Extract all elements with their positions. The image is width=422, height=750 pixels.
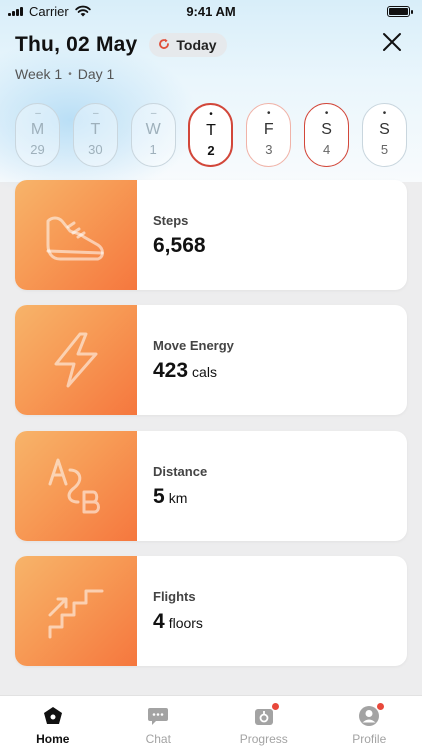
tab-profile[interactable]: Profile — [324, 696, 414, 750]
day-pill-wed[interactable]: – W 1 — [130, 103, 176, 167]
day-letter: S — [379, 121, 390, 138]
card-number: 6,568 — [153, 233, 206, 257]
refresh-icon — [158, 38, 170, 52]
day-number: 29 — [30, 142, 45, 157]
close-icon[interactable] — [380, 30, 404, 54]
status-left: Carrier — [8, 4, 91, 19]
lightning-icon — [54, 332, 98, 388]
carrier-label: Carrier — [29, 3, 69, 19]
card-unit: cals — [192, 363, 217, 380]
tab-label: Profile — [352, 732, 387, 746]
distance-card-body: Distance 5 km — [137, 431, 207, 541]
notification-badge — [270, 702, 280, 711]
today-label: Today — [176, 37, 217, 53]
day-letter: F — [263, 121, 274, 138]
separator-dot: • — [68, 68, 72, 80]
day-pill-thu[interactable]: • T 2 — [188, 103, 234, 167]
tab-label: Progress — [239, 732, 288, 746]
steps-card[interactable]: Steps 6,568 — [15, 180, 407, 290]
card-label: Flights — [153, 588, 196, 604]
card-value: 423 cals — [153, 359, 234, 383]
card-label: Steps — [153, 212, 189, 228]
card-number: 4 — [153, 609, 165, 633]
day-pill-sat[interactable]: • S 4 — [304, 103, 350, 167]
card-value: 6,568 — [153, 234, 206, 258]
wifi-icon — [75, 5, 91, 17]
day-letter: S — [321, 121, 332, 138]
tab-progress[interactable]: Progress — [219, 696, 309, 750]
card-label: Move Energy — [153, 337, 234, 353]
day-pill-fri[interactable]: • F 3 — [246, 103, 292, 167]
card-number: 5 — [153, 484, 165, 508]
day-number: 30 — [88, 142, 103, 157]
home-icon — [43, 707, 62, 724]
move-energy-card-body: Move Energy 423 cals — [137, 305, 234, 415]
day-number: 4 — [323, 142, 331, 157]
distance-card[interactable]: Distance 5 km — [15, 431, 407, 541]
tab-home[interactable]: Home — [8, 696, 98, 750]
today-button[interactable]: Today — [149, 33, 227, 57]
week-label: Week 1 — [15, 66, 63, 82]
day-label: Day 1 — [77, 66, 115, 82]
tab-bar: Home Chat Progress Profile — [0, 695, 422, 750]
day-status-mark: – — [93, 108, 98, 119]
day-pill-mon[interactable]: – M 29 — [15, 103, 60, 167]
card-number: 423 — [153, 358, 189, 382]
stairs-icon — [48, 589, 104, 639]
date-row: Thu, 02 May Today — [15, 33, 227, 57]
status-bar: Carrier 9:41 AM — [0, 0, 422, 22]
day-letter: T — [206, 122, 216, 139]
a-to-b-icon — [48, 458, 100, 514]
day-number: 1 — [149, 142, 157, 157]
sneaker-icon — [46, 216, 104, 261]
day-status-mark: • — [382, 108, 387, 119]
day-status-mark: • — [324, 108, 329, 119]
day-status-mark: – — [150, 108, 156, 119]
chat-icon — [148, 708, 169, 725]
card-value: 4 floors — [153, 610, 203, 634]
day-pill-sun[interactable]: • S 5 — [361, 103, 407, 167]
signal-icon — [8, 6, 23, 16]
tab-label: Home — [36, 732, 70, 746]
tab-label: Chat — [145, 732, 171, 746]
card-value: 5 km — [153, 485, 207, 509]
notification-badge — [376, 702, 386, 711]
card-unit: km — [168, 489, 188, 506]
day-number: 3 — [265, 142, 273, 157]
day-number: 2 — [207, 143, 215, 158]
progress-icon-wrap — [253, 702, 280, 727]
flights-card-body: Flights 4 floors — [137, 556, 203, 666]
card-label: Distance — [153, 463, 208, 479]
move-energy-card[interactable]: Move Energy 423 cals — [15, 305, 407, 415]
week-day-label: Week 1 • Day 1 — [15, 66, 114, 82]
day-letter: W — [145, 121, 161, 138]
day-status-mark: – — [35, 108, 40, 119]
day-pill-tue[interactable]: – T 30 — [72, 103, 118, 167]
flights-card[interactable]: Flights 4 floors — [15, 556, 407, 666]
distance-card-image — [15, 431, 137, 541]
steps-card-image — [15, 180, 137, 290]
battery-icon — [387, 5, 413, 17]
day-selector: – M 29 – T 30 – W 1 • T 2 • F 3 • S 4 • … — [15, 103, 407, 167]
day-number: 5 — [380, 142, 389, 157]
day-letter: T — [90, 121, 101, 138]
steps-card-body: Steps 6,568 — [137, 180, 206, 290]
card-unit: floors — [168, 614, 203, 631]
flights-card-image — [15, 556, 137, 666]
day-status-mark: • — [267, 108, 271, 119]
day-status-mark: • — [209, 109, 213, 120]
profile-icon-wrap — [358, 702, 386, 727]
day-letter: M — [30, 121, 45, 138]
move-energy-card-image — [15, 305, 137, 415]
tab-chat[interactable]: Chat — [113, 696, 203, 750]
date-title: Thu, 02 May — [15, 33, 138, 56]
